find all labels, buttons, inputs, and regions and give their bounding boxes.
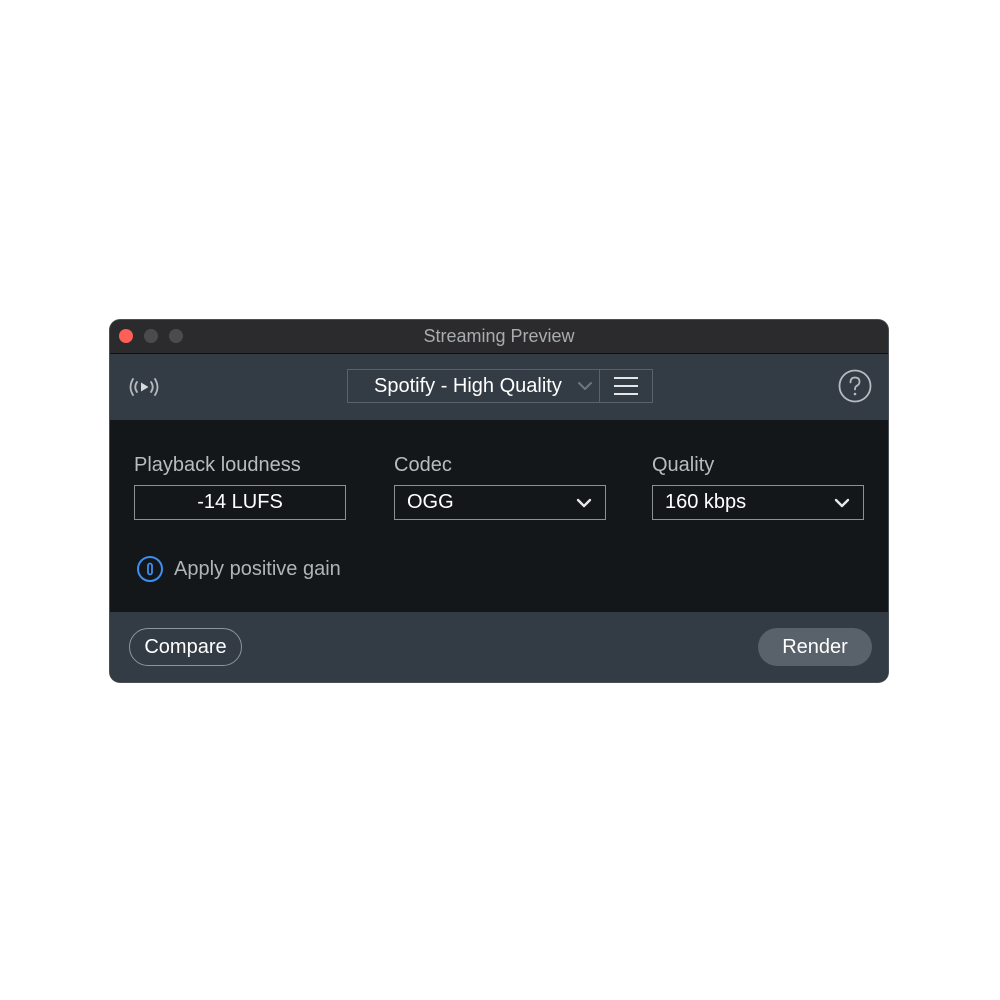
codec-select[interactable]: OGG — [394, 485, 606, 520]
codec-label: Codec — [394, 454, 452, 476]
playback-loudness-field[interactable]: -14 LUFS — [134, 485, 346, 520]
playback-loudness-label: Playback loudness — [134, 454, 301, 476]
title-bar: Streaming Preview — [110, 320, 888, 354]
quality-label: Quality — [652, 454, 715, 476]
chevron-down-icon — [834, 498, 850, 508]
compare-button[interactable]: Compare — [129, 628, 242, 666]
window-title: Streaming Preview — [423, 326, 575, 346]
preset-dropdown[interactable]: Spotify - High Quality — [348, 370, 601, 402]
preset-control: Spotify - High Quality — [347, 369, 653, 403]
streaming-preview-window: Streaming Preview Spotify - High Quality — [110, 320, 888, 682]
render-button[interactable]: Render — [758, 628, 872, 666]
quality-select[interactable]: 160 kbps — [652, 485, 864, 520]
chevron-down-icon — [578, 382, 593, 390]
preset-label: Spotify - High Quality — [374, 375, 562, 397]
power-toggle-icon[interactable] — [136, 555, 164, 583]
quality-value: 160 kbps — [665, 491, 747, 513]
settings-panel: Playback loudness -14 LUFS Codec OGG Qua… — [110, 420, 888, 612]
codec-value: OGG — [407, 491, 454, 513]
preset-menu-button[interactable] — [600, 370, 652, 402]
footer-bar: Compare Render — [110, 612, 888, 682]
help-question-icon[interactable] — [838, 369, 872, 403]
chevron-down-icon — [576, 498, 592, 508]
broadcast-play-icon[interactable] — [124, 372, 164, 402]
apply-positive-gain-label: Apply positive gain — [174, 557, 341, 580]
toolbar: Spotify - High Quality — [110, 354, 888, 420]
hamburger-menu-icon — [614, 377, 639, 395]
apply-positive-gain-row[interactable]: Apply positive gain — [136, 554, 341, 584]
